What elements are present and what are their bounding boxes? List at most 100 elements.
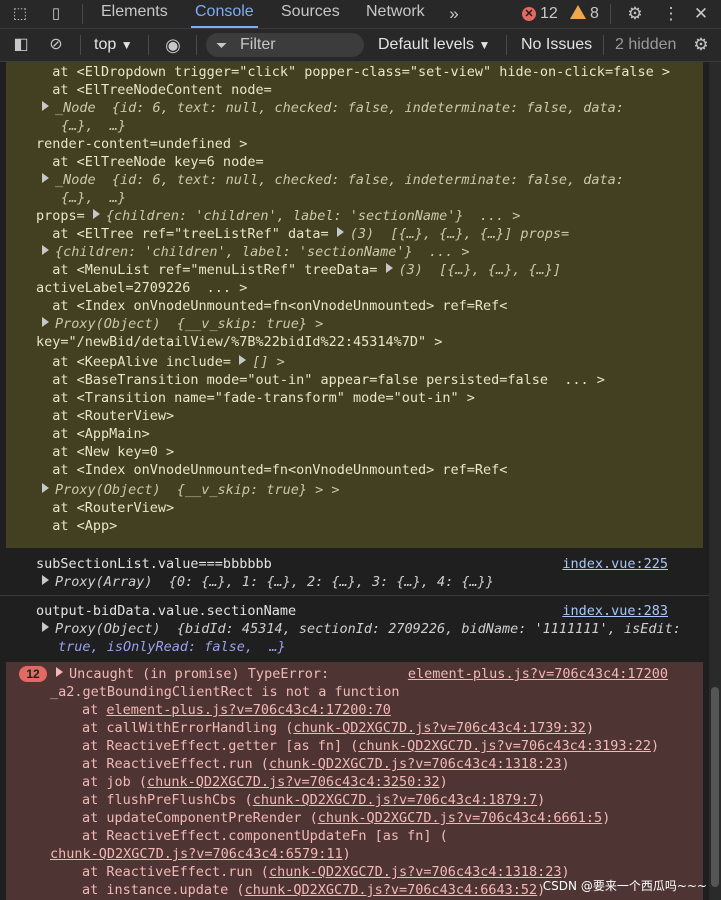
log-message: subSectionList.value===bbbbbb [36, 556, 272, 572]
object-preview[interactable]: Proxy(Object) {__v_skip: true} > > [42, 481, 339, 499]
expand-triangle-icon [42, 173, 49, 183]
stack-line: at <ElTree ref="treeListRef" data= (3) [… [36, 226, 570, 242]
devtools-tab-bar: ⬚ ▯ Elements Console Sources Network » ✕… [0, 0, 721, 29]
clear-console-icon[interactable]: ⊘ [45, 35, 67, 55]
stack-line: key="/newBid/detailView/%7B%22bidId%22:4… [36, 334, 443, 350]
console-toolbar: ◧ ⊘ top ▼ ◉ ⏷ Filter Default levels ▼ No… [0, 29, 721, 62]
object-preview[interactable]: Proxy(Array) {0: {…}, 1: {…}, 2: {…}, 3:… [42, 573, 494, 591]
inspect-element-icon[interactable]: ⬚ [10, 4, 30, 24]
live-expression-eye-icon[interactable]: ◉ [162, 35, 184, 55]
expand-triangle-icon [56, 667, 63, 677]
warning-count-badge[interactable]: 8 [570, 4, 599, 24]
expand-triangle-icon [42, 245, 49, 255]
stack-frame-link[interactable]: chunk-QD2XGC7D.js?v=706c43c4:3193:22 [358, 738, 651, 754]
error-count-badge[interactable]: ✕ 12 [522, 4, 558, 24]
error-source-link[interactable]: element-plus.js?v=706c43c4:17200 [408, 665, 668, 683]
stack-frame: chunk-QD2XGC7D.js?v=706c43c4:6579:11) [50, 846, 351, 862]
stack-frame-link[interactable]: chunk-QD2XGC7D.js?v=706c43c4:3250:32 [147, 774, 440, 790]
stack-frame: at ReactiveEffect.componentUpdateFn [as … [82, 828, 448, 844]
log-levels-dropdown[interactable]: Default levels ▼ [378, 35, 490, 55]
stack-frame: at element-plus.js?v=706c43c4:17200:70 [82, 702, 391, 718]
stack-frame-link[interactable]: chunk-QD2XGC7D.js?v=706c43c4:6643:52 [245, 882, 538, 898]
object-preview[interactable]: Proxy(Object) {bidId: 45314, sectionId: … [42, 620, 681, 638]
expand-triangle-icon[interactable] [239, 355, 247, 365]
expand-triangle-icon [42, 317, 49, 327]
hidden-count: 2 hidden [615, 36, 677, 53]
stack-frame-link[interactable]: chunk-QD2XGC7D.js?v=706c43c4:6661:5 [318, 810, 602, 826]
expand-triangle-icon[interactable] [336, 227, 344, 237]
toolbar-separator [603, 35, 604, 55]
stack-line: at <Index onVnodeUnmounted=fn<onVnodeUnm… [36, 298, 508, 314]
stack-line: activeLabel=2709226 ... > [36, 280, 248, 296]
stack-frame-link[interactable]: chunk-QD2XGC7D.js?v=706c43c4:1318:23 [269, 756, 562, 772]
object-preview[interactable]: {children: 'children', label: 'sectionNa… [42, 243, 470, 261]
console-scrollbar[interactable] [709, 62, 721, 900]
stack-line: render-content=undefined > [36, 136, 248, 152]
chevron-down-icon: ▼ [478, 38, 491, 52]
object-preview-cont: {…}, …} [61, 190, 127, 206]
stack-frame: at flushPreFlushCbs (chunk-QD2XGC7D.js?v… [82, 792, 546, 808]
message-divider [0, 595, 709, 596]
more-tabs-chevron-icon[interactable]: » [444, 4, 464, 24]
log-source-link[interactable]: index.vue:283 [562, 602, 668, 620]
toolbar-separator [80, 35, 81, 55]
filter-input[interactable]: ⏷ Filter [206, 33, 364, 57]
warning-icon [570, 5, 586, 19]
more-options-icon[interactable]: ⋮ [661, 4, 681, 24]
log-message: output-bidData.value.sectionName [36, 603, 297, 619]
toolbar-separator [506, 35, 507, 55]
stack-line: at <ElTreeNodeContent node= [36, 82, 272, 98]
toolbar-separator [148, 35, 149, 55]
context-selector[interactable]: top ▼ [94, 35, 133, 55]
stack-line: props= {children: 'children', label: 'se… [36, 208, 521, 224]
error-headline[interactable]: Uncaught (in promise) TypeError: [56, 665, 329, 683]
tab-sources[interactable]: Sources [281, 0, 340, 28]
object-preview[interactable]: _Node {id: 6, text: null, checked: false… [42, 99, 624, 117]
object-preview[interactable]: _Node {id: 6, text: null, checked: false… [42, 171, 624, 189]
settings-gear-icon[interactable]: ⚙ [625, 4, 645, 24]
stack-frame-link[interactable]: element-plus.js?v=706c43c4:17200:70 [106, 702, 390, 718]
expand-triangle-icon[interactable] [385, 263, 393, 273]
tab-elements[interactable]: Elements [101, 0, 168, 28]
stack-line: at <AppMain> [36, 426, 150, 442]
issues-button[interactable]: No Issues [521, 35, 592, 55]
console-settings-gear-icon[interactable]: ⚙ [690, 35, 712, 55]
object-preview-cont: true, isOnlyRead: false, …} [58, 639, 286, 655]
chevron-down-icon: ▼ [120, 38, 133, 52]
error-message: 12 Uncaught (in promise) TypeError: elem… [6, 662, 703, 900]
object-preview[interactable]: Proxy(Object) {__v_skip: true} > [42, 315, 323, 333]
expand-triangle-icon [42, 483, 49, 493]
stack-line: at <Index onVnodeUnmounted=fn<onVnodeUnm… [36, 462, 508, 478]
stack-line: at <BaseTransition mode="out-in" appear=… [36, 372, 605, 388]
stack-frame-link[interactable]: chunk-QD2XGC7D.js?v=706c43c4:1739:32 [293, 720, 586, 736]
expand-triangle-icon [42, 101, 49, 111]
sidebar-toggle-icon[interactable]: ◧ [10, 35, 32, 55]
log-source-link[interactable]: index.vue:225 [562, 555, 668, 573]
stack-frame: at job (chunk-QD2XGC7D.js?v=706c43c4:325… [82, 774, 448, 790]
stack-line: at <Transition name="fade-transform" mod… [36, 390, 475, 406]
device-toolbar-icon[interactable]: ▯ [46, 4, 66, 24]
stack-frame: at ReactiveEffect.getter [as fn] (chunk-… [82, 738, 660, 754]
stack-frame: at ReactiveEffect.run (chunk-QD2XGC7D.js… [82, 756, 570, 772]
stack-line: at <MenuList ref="menuListRef" treeData=… [36, 262, 562, 278]
stack-frame: at updateComponentPreRender (chunk-QD2XG… [82, 810, 611, 826]
stack-line: at <ElTreeNode key=6 node= [36, 154, 264, 170]
tab-console[interactable]: Console [191, 0, 258, 28]
tab-separator [82, 4, 83, 24]
filter-placeholder: Filter [240, 36, 276, 53]
stack-line: at <App> [36, 518, 118, 534]
close-icon[interactable]: ✕ [691, 4, 711, 24]
stack-frame: at instance.update (chunk-QD2XGC7D.js?v=… [82, 882, 546, 898]
tab-separator [610, 4, 611, 24]
scrollbar-thumb[interactable] [711, 687, 719, 887]
tab-network[interactable]: Network [366, 0, 425, 28]
stack-frame-link[interactable]: chunk-QD2XGC7D.js?v=706c43c4:1318:23 [269, 864, 562, 880]
expand-triangle-icon[interactable] [92, 209, 100, 219]
stack-line: at <RouterView> [36, 408, 175, 424]
error-headline-cont: _a2.getBoundingClientRect is not a funct… [50, 684, 400, 700]
expand-triangle-icon [42, 622, 49, 632]
stack-line: at <RouterView> [36, 500, 175, 516]
watermark: CSDN @要来一个西瓜吗~~~ [542, 879, 707, 893]
stack-frame-link[interactable]: chunk-QD2XGC7D.js?v=706c43c4:6579:11 [50, 846, 343, 862]
stack-frame-link[interactable]: chunk-QD2XGC7D.js?v=706c43c4:1879:7 [253, 792, 537, 808]
